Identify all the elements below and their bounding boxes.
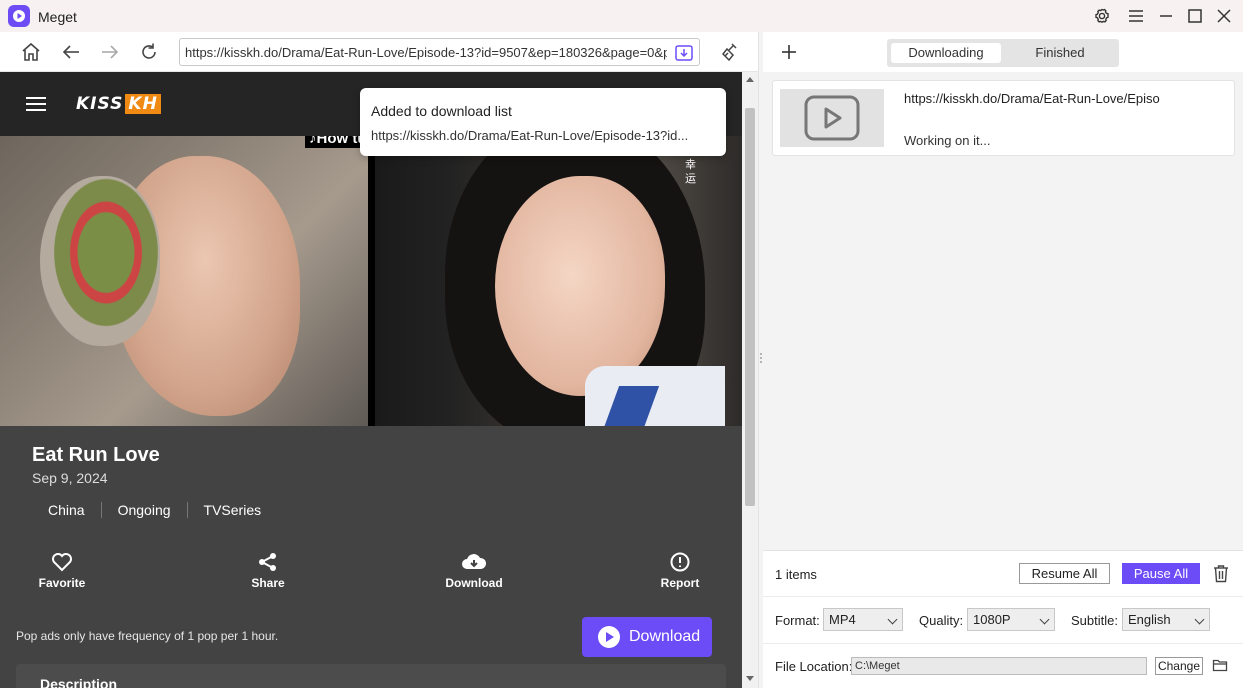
webview: KISS KH ♪How tu 幸运 Eat Run Love Sep 9, 20… — [0, 72, 742, 688]
gear-icon[interactable] — [1092, 6, 1112, 26]
show-tags: China Ongoing TVSeries — [32, 502, 277, 518]
site-logo[interactable]: KISS KH — [76, 94, 161, 114]
maximize-icon[interactable] — [1185, 6, 1205, 26]
share-icon — [259, 553, 276, 571]
resume-all-button[interactable]: Resume All — [1019, 563, 1110, 584]
video-thumbnail — [780, 89, 884, 147]
subtitle-label: Subtitle: — [1071, 613, 1118, 628]
forward-icon[interactable] — [99, 41, 121, 63]
downloads-tabs: Downloading Finished — [887, 39, 1119, 67]
app-title: Meget — [38, 9, 77, 25]
video-frame-left — [0, 136, 368, 426]
share-label: Share — [251, 576, 285, 590]
favorite-button[interactable]: Favorite — [17, 552, 107, 590]
report-label: Report — [660, 576, 700, 590]
subtitle-value: English — [1128, 612, 1171, 627]
description-title: Description — [40, 676, 118, 688]
tag-status[interactable]: Ongoing — [102, 502, 188, 518]
url-bar[interactable]: https://kisskh.do/Drama/Eat-Run-Love/Epi… — [179, 38, 700, 66]
toast-url: https://kisskh.do/Drama/Eat-Run-Love/Epi… — [371, 128, 689, 143]
downloads-panel: Downloading Finished https://kisskh.do/D… — [763, 32, 1243, 688]
webview-scrollbar[interactable] — [742, 72, 758, 688]
minimize-icon[interactable] — [1156, 6, 1176, 26]
tag-type[interactable]: TVSeries — [188, 502, 278, 518]
download-item[interactable]: https://kisskh.do/Drama/Eat-Run-Love/Epi… — [772, 80, 1235, 156]
app-logo — [8, 5, 30, 27]
alert-icon — [670, 552, 690, 572]
chevron-down-icon — [1039, 614, 1050, 625]
back-icon[interactable] — [60, 41, 82, 63]
title-bar: Meget — [0, 0, 1243, 32]
subtitle-select[interactable]: English — [1122, 608, 1210, 631]
scroll-up-arrow[interactable] — [746, 77, 754, 82]
meget-play-icon — [598, 626, 620, 648]
format-value: MP4 — [829, 612, 856, 627]
show-info: Eat Run Love Sep 9, 2024 China Ongoing T… — [0, 426, 742, 688]
site-download-button[interactable]: Download — [429, 552, 519, 590]
report-button[interactable]: Report — [635, 552, 725, 590]
quality-select[interactable]: 1080P — [967, 608, 1055, 631]
cloud-download-icon — [462, 554, 487, 569]
downloads-footer: 1 items Resume All Pause All Format: MP4… — [763, 550, 1243, 688]
favorite-label: Favorite — [38, 576, 86, 590]
clean-icon[interactable] — [719, 41, 741, 63]
description-box: Description — [16, 664, 726, 688]
scroll-down-arrow[interactable] — [746, 676, 754, 681]
tab-finished[interactable]: Finished — [1005, 43, 1115, 63]
toast-title: Added to download list — [371, 103, 512, 119]
url-text[interactable]: https://kisskh.do/Drama/Eat-Run-Love/Epi… — [185, 45, 667, 60]
download-url: https://kisskh.do/Drama/Eat-Run-Love/Epi… — [904, 91, 1160, 106]
share-button[interactable]: Share — [223, 552, 313, 590]
browser-toolbar: https://kisskh.do/Drama/Eat-Run-Love/Epi… — [0, 32, 762, 72]
items-count: 1 items — [775, 567, 817, 582]
added-toast: Added to download list https://kisskh.do… — [360, 88, 726, 156]
download-page-icon[interactable] — [674, 43, 694, 63]
file-location-label: File Location: — [775, 659, 853, 674]
trash-icon[interactable] — [1212, 564, 1230, 583]
video-player[interactable]: ♪How tu 幸运 — [0, 136, 742, 426]
scroll-thumb[interactable] — [745, 108, 755, 506]
home-icon[interactable] — [20, 41, 42, 63]
add-icon[interactable] — [777, 40, 801, 64]
refresh-icon[interactable] — [138, 41, 160, 63]
quality-value: 1080P — [973, 612, 1011, 627]
chevron-down-icon — [1194, 614, 1205, 625]
chevron-down-icon — [887, 614, 898, 625]
site-menu-icon[interactable] — [26, 97, 46, 111]
site-download-label: Download — [445, 576, 503, 590]
quality-label: Quality: — [919, 613, 964, 628]
show-date: Sep 9, 2024 — [32, 470, 108, 486]
meget-download-label: Download — [629, 628, 701, 645]
download-status: Working on it... — [904, 133, 991, 148]
folder-icon[interactable] — [1212, 657, 1228, 673]
tag-country[interactable]: China — [32, 502, 102, 518]
menu-icon[interactable] — [1126, 6, 1146, 26]
meget-download-button[interactable]: Download — [582, 617, 712, 657]
change-location-button[interactable]: Change — [1155, 657, 1203, 675]
file-location-field[interactable]: C:\Meget — [851, 657, 1147, 675]
close-icon[interactable] — [1214, 6, 1234, 26]
pause-all-button[interactable]: Pause All — [1122, 563, 1200, 584]
downloads-header: Downloading Finished — [763, 32, 1243, 72]
video-watermark: 幸运 — [685, 158, 696, 185]
pop-ads-note: Pop ads only have frequency of 1 pop per… — [16, 629, 279, 643]
show-title: Eat Run Love — [32, 444, 160, 466]
heart-icon — [52, 553, 72, 572]
format-label: Format: — [775, 613, 820, 628]
video-play-icon — [804, 95, 860, 141]
format-select[interactable]: MP4 — [823, 608, 903, 631]
tab-downloading[interactable]: Downloading — [891, 43, 1001, 63]
